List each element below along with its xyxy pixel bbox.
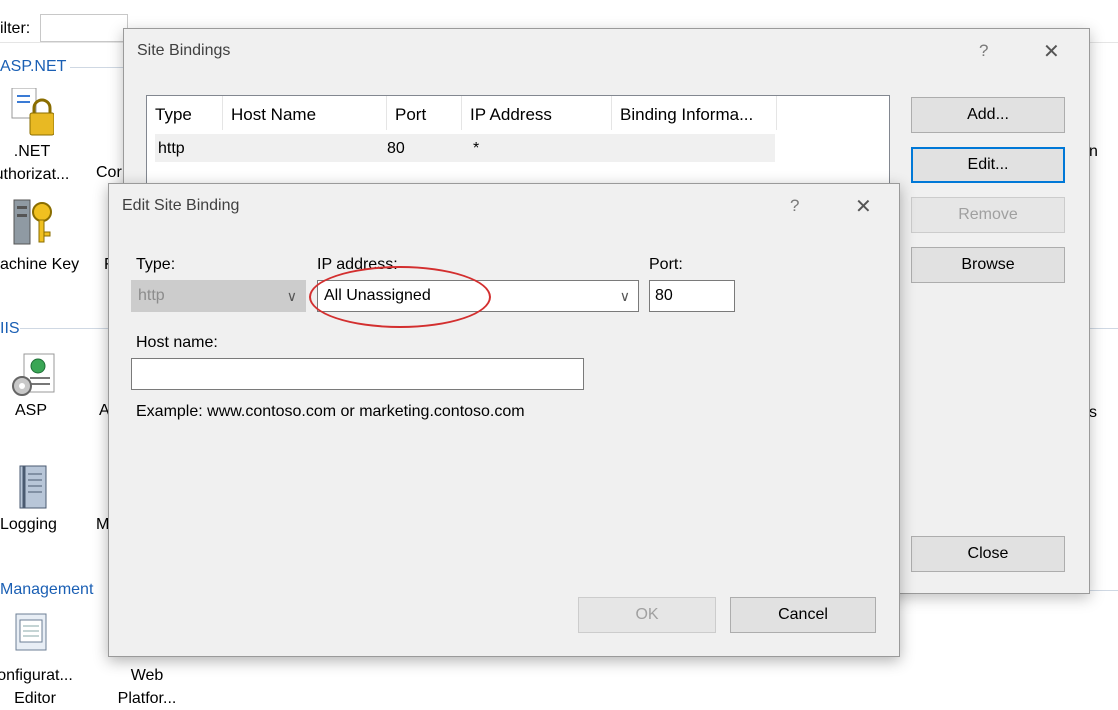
feature-machine-key[interactable]: achine Key	[0, 256, 79, 274]
feature-asp[interactable]: ASP	[15, 402, 47, 420]
row-type: http	[158, 140, 185, 157]
chevron-down-icon: ∨	[286, 288, 297, 304]
logging-icon	[16, 464, 50, 515]
type-label: Type:	[136, 256, 176, 273]
feature-logging[interactable]: Logging	[0, 516, 57, 534]
ok-button[interactable]: OK	[578, 597, 716, 633]
row-port: 80	[387, 140, 405, 157]
right-edge-fragment: s	[1089, 404, 1097, 421]
host-name-example: Example: www.contoso.com or marketing.co…	[136, 403, 525, 420]
type-select[interactable]: http ∨	[131, 280, 306, 312]
feature-label-partial[interactable]: Cor	[96, 164, 122, 182]
right-edge-fragment: n	[1089, 143, 1098, 160]
close-icon[interactable]: ✕	[855, 194, 872, 219]
feature-label: .NET	[13, 143, 51, 160]
edit-binding-title: Edit Site Binding	[122, 197, 240, 214]
config-editor-icon	[14, 612, 48, 657]
add-button[interactable]: Add...	[911, 97, 1065, 133]
edit-button[interactable]: Edit...	[911, 147, 1065, 183]
site-bindings-title: Site Bindings	[137, 42, 231, 59]
column-host-name[interactable]: Host Name	[223, 96, 387, 130]
row-ip: *	[473, 140, 480, 157]
column-binding-information[interactable]: Binding Informa...	[612, 96, 777, 130]
column-ip-address[interactable]: IP Address	[462, 96, 612, 130]
port-input[interactable]: 80	[649, 280, 735, 312]
group-divider	[1088, 328, 1118, 329]
lock-icon	[10, 87, 55, 141]
help-button[interactable]: ?	[790, 196, 799, 216]
asp-icon	[10, 352, 56, 403]
table-row[interactable]: http 80 *	[155, 134, 775, 162]
feature-net-authorization[interactable]: .NET uthorizat...	[0, 140, 82, 186]
feature-label: onfigurat...	[0, 667, 73, 684]
feature-label: Web	[130, 667, 164, 684]
close-button[interactable]: Close	[911, 536, 1065, 572]
key-icon	[12, 198, 58, 251]
bindings-list-header: Type Host Name Port IP Address Binding I…	[147, 96, 889, 130]
host-name-label: Host name:	[136, 334, 218, 351]
chevron-down-icon: ∨	[619, 288, 630, 304]
cancel-button[interactable]: Cancel	[730, 597, 876, 633]
feature-sublabel: uthorizat...	[0, 166, 70, 183]
group-header-iis[interactable]: IIS	[0, 320, 26, 338]
group-divider	[70, 67, 130, 68]
port-label: Port:	[649, 256, 683, 273]
feature-web-platform[interactable]: Web Platfor...	[97, 664, 197, 710]
close-icon[interactable]: ✕	[1043, 39, 1060, 64]
feature-configuration-editor[interactable]: onfigurat... Editor	[0, 664, 85, 710]
annotation-circle	[309, 266, 491, 328]
remove-button[interactable]: Remove	[911, 197, 1065, 233]
help-button[interactable]: ?	[979, 41, 988, 61]
filter-input[interactable]	[40, 14, 128, 42]
group-divider	[1088, 590, 1118, 591]
group-header-management[interactable]: Management	[0, 581, 100, 599]
host-name-input[interactable]	[131, 358, 584, 390]
edit-site-binding-dialog: Edit Site Binding ? ✕ Type: http ∨ IP ad…	[108, 183, 900, 657]
feature-sublabel: Platfor...	[117, 690, 177, 707]
browse-button[interactable]: Browse	[911, 247, 1065, 283]
feature-sublabel: Editor	[14, 690, 56, 707]
type-value: http	[138, 287, 165, 304]
group-header-aspnet[interactable]: ASP.NET	[0, 58, 73, 76]
column-port[interactable]: Port	[387, 96, 462, 130]
filter-label: ilter:	[0, 20, 31, 37]
group-divider	[20, 328, 110, 329]
column-type[interactable]: Type	[147, 96, 223, 130]
